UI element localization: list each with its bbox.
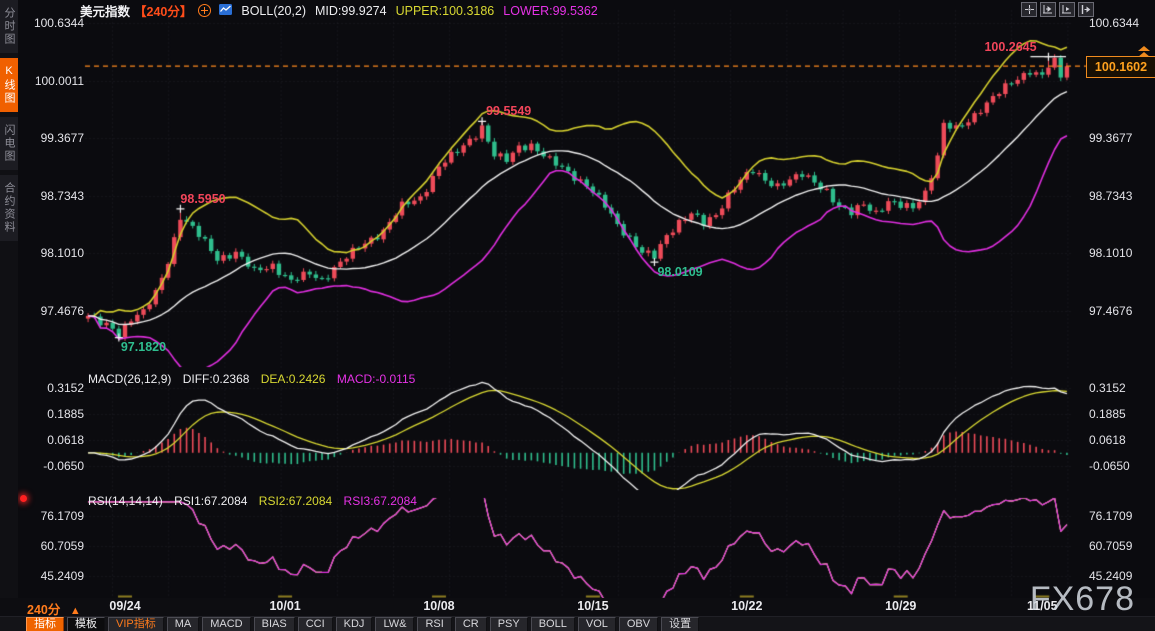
rsi-title: RSI(14,14,14) [88, 494, 163, 508]
axis-label: 98.1010 [22, 246, 84, 260]
boll-mid-value: MID:99.9274 [315, 4, 387, 18]
date-label: 10/29 [885, 599, 916, 613]
sidebar-tab-闪电图[interactable]: 闪电图 [0, 117, 18, 170]
sidebar-tab-K线图[interactable]: K线图 [0, 58, 18, 112]
rsi3-value: RSI3:67.2084 [344, 494, 417, 508]
toolbar-button-VIP指标[interactable]: VIP指标 [108, 617, 164, 631]
zoom-out-tool-button[interactable] [1059, 2, 1075, 17]
macd-title: MACD(26,12,9) [88, 372, 171, 386]
trading-app-window: 分时图 K线图闪电图合约资料 美元指数 【240分】 BOLL(20,2) MID… [0, 0, 1155, 631]
toolbar-button-BIAS[interactable]: BIAS [254, 617, 295, 631]
price-up-arrows-icon [1138, 46, 1152, 58]
axis-label: 60.7059 [22, 539, 84, 553]
collapse-panel-tool-button[interactable] [1078, 2, 1094, 17]
axis-label: 60.7059 [1089, 539, 1132, 553]
macd-hist-value: MACD:-0.0115 [337, 372, 415, 386]
date-label: 10/22 [731, 599, 762, 613]
price-annotation-low: 98.0109 [657, 265, 702, 279]
last-price-value: 100.1602 [1095, 60, 1147, 74]
axis-label: 0.0618 [22, 433, 84, 447]
toolbar-button-RSI[interactable]: RSI [417, 617, 451, 631]
axis-label: 0.3152 [22, 381, 84, 395]
toolbar-button-VOL[interactable]: VOL [578, 617, 616, 631]
sidebar-tab-分时图[interactable]: 分时图 [0, 0, 18, 53]
timeframe-selector-label: 240分 [27, 603, 60, 617]
zoom-in-tool-button[interactable] [1040, 2, 1056, 17]
axis-label: 100.6344 [1089, 16, 1139, 30]
date-label: 10/15 [577, 599, 608, 613]
axis-label: -0.0650 [22, 459, 84, 473]
toolbar-button-PSY[interactable]: PSY [490, 617, 528, 631]
axis-label: 0.3152 [1089, 381, 1126, 395]
rsi-header: RSI(14,14,14) RSI1:67.2084 RSI2:67.2084 … [88, 494, 425, 508]
axis-label: 98.1010 [1089, 246, 1132, 260]
macd-header: MACD(26,12,9) DIFF:0.2368 DEA:0.2426 MAC… [88, 372, 423, 386]
price-annotation-high: 98.5950 [180, 192, 225, 206]
toolbar-button-KDJ[interactable]: KDJ [336, 617, 373, 631]
axis-label: 45.2409 [1089, 569, 1132, 583]
boll-indicator-label: BOLL(20,2) [241, 4, 306, 18]
toolbar-button-LW&[interactable]: LW& [375, 617, 414, 631]
toolbar-button-CCI[interactable]: CCI [298, 617, 333, 631]
axis-label: 100.6344 [22, 16, 84, 30]
rsi2-value: RSI2:67.2084 [259, 494, 332, 508]
rsi1-value: RSI1:67.2084 [174, 494, 247, 508]
indicator-toolbar: 指标模板VIP指标MAMACD BIASCCIKDJLW&RSI CRPSYBOLL… [0, 616, 1155, 631]
chart-canvas[interactable] [0, 0, 1155, 631]
axis-label: 76.1709 [1089, 509, 1132, 523]
chart-header: 美元指数 【240分】 BOLL(20,2) MID:99.9274 UPPER… [80, 3, 598, 18]
crosshair-tool-button[interactable] [1021, 2, 1037, 17]
axis-label: 76.1709 [22, 509, 84, 523]
last-price-box: 100.1602 [1086, 56, 1155, 78]
toolbar-button-模板[interactable]: 模板 [67, 617, 105, 631]
date-label: 10/01 [269, 599, 300, 613]
toolbar-button-设置[interactable]: 设置 [661, 617, 699, 631]
macd-dea-value: DEA:0.2426 [261, 372, 326, 386]
price-annotation-high: 100.2645 [984, 40, 1036, 54]
axis-label: 45.2409 [22, 569, 84, 583]
axis-label: 0.1885 [22, 407, 84, 421]
price-annotation-low: 97.1820 [121, 340, 166, 354]
boll-upper-value: UPPER:100.3186 [396, 4, 495, 18]
axis-label: 97.4676 [22, 304, 84, 318]
toolbar-button-OBV[interactable]: OBV [619, 617, 658, 631]
toolbar-button-BOLL[interactable]: BOLL [531, 617, 575, 631]
axis-label: -0.0650 [1089, 459, 1130, 473]
boll-lower-value: LOWER:99.5362 [503, 4, 598, 18]
add-compare-icon[interactable] [198, 4, 211, 17]
axis-label: 97.4676 [1089, 304, 1132, 318]
axis-label: 100.0011 [22, 74, 84, 88]
axis-label: 0.1885 [1089, 407, 1126, 421]
macd-diff-value: DIFF:0.2368 [183, 372, 250, 386]
indicator-chart-icon [219, 4, 232, 18]
timeline-row: 240分 ▲ 09/24 10/01 10/08 10/15 10/22 10/… [0, 598, 1155, 616]
axis-label: 99.3677 [22, 131, 84, 145]
date-label: 10/08 [423, 599, 454, 613]
toolbar-button-MACD[interactable]: MACD [202, 617, 250, 631]
recording-dot-icon [20, 495, 27, 502]
symbol-name: 美元指数 [80, 1, 130, 20]
axis-label: 99.3677 [1089, 131, 1132, 145]
toolbar-button-CR[interactable]: CR [455, 617, 487, 631]
date-label: 11/05 [1027, 599, 1058, 613]
left-sidebar: 分时图 K线图闪电图合约资料 [0, 0, 18, 598]
toolbar-button-MA[interactable]: MA [167, 617, 200, 631]
timeframe-label: 【240分】 [134, 1, 192, 20]
chart-tool-buttons [1021, 2, 1094, 17]
axis-label: 0.0618 [1089, 433, 1126, 447]
toolbar-button-指标[interactable]: 指标 [26, 617, 64, 631]
price-annotation-high: 99.5549 [486, 104, 531, 118]
axis-label: 98.7343 [1089, 189, 1132, 203]
sidebar-tab-合约资料[interactable]: 合约资料 [0, 175, 18, 241]
date-label: 09/24 [109, 599, 140, 613]
axis-label: 98.7343 [22, 189, 84, 203]
